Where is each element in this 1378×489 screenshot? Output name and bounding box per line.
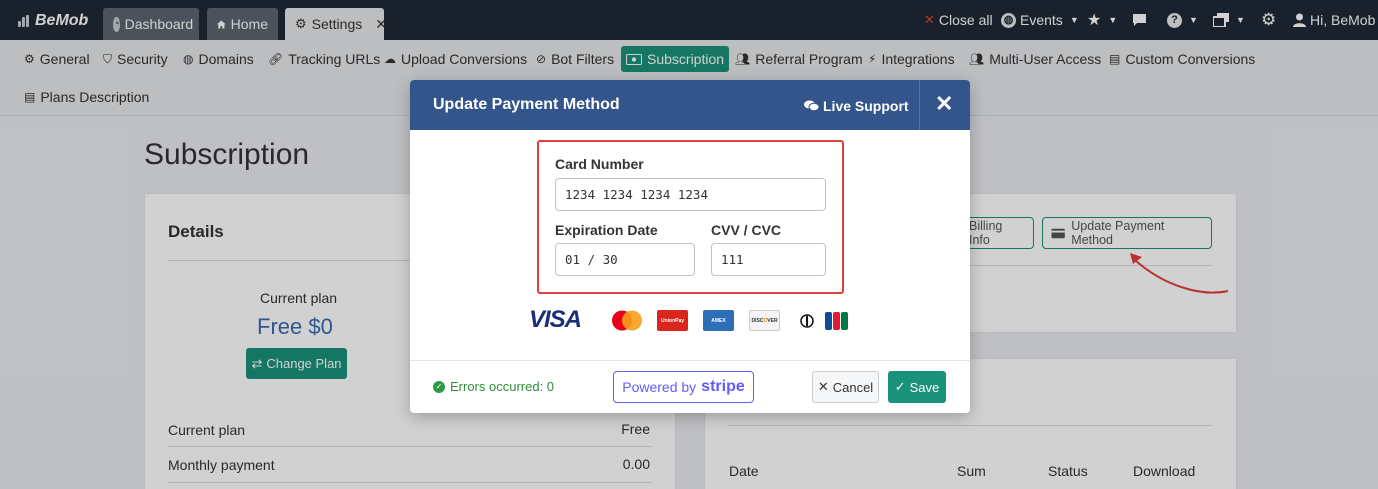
expiration-date-label: Expiration Date — [555, 222, 658, 238]
chat-icon — [804, 100, 819, 112]
unionpay-logo: UnionPay — [657, 310, 688, 331]
modal-header: Update Payment Method Live Support ✕ — [410, 80, 970, 130]
errors-text: Errors occurred: 0 — [450, 379, 555, 394]
update-payment-modal: Update Payment Method Live Support ✕ Car… — [410, 80, 970, 413]
footer-divider — [410, 360, 970, 361]
visa-logo: VISA — [529, 306, 582, 333]
live-support-label: Live Support — [823, 98, 909, 114]
card-brands: VISA UnionPay AMEX DISCOVER — [529, 306, 849, 333]
close-icon: ✕ — [817, 379, 829, 394]
modal-title: Update Payment Method — [433, 96, 620, 113]
card-number-label: Card Number — [555, 156, 644, 172]
cancel-label: Cancel — [832, 379, 874, 395]
cancel-button[interactable]: ✕ Cancel — [812, 371, 879, 403]
mastercard-logo — [609, 310, 645, 331]
check-icon: ✓ — [894, 379, 906, 394]
cvv-input[interactable]: 111 — [711, 243, 826, 276]
cvv-label: CVV / CVC — [711, 222, 782, 238]
header-divider — [919, 80, 920, 130]
close-icon[interactable]: ✕ — [935, 93, 953, 115]
discover-logo: DISCOVER — [749, 310, 780, 331]
save-label: Save — [909, 379, 940, 395]
powered-by-stripe-badge[interactable]: Powered by stripe — [613, 371, 754, 403]
diners-club-logo — [795, 310, 819, 331]
expiration-date-input[interactable]: 01 / 30 — [555, 243, 695, 276]
stripe-logo: stripe — [701, 378, 745, 395]
live-support-button[interactable]: Live Support — [804, 98, 909, 114]
errors-status: ✓ Errors occurred: 0 — [433, 379, 554, 394]
jcb-logo — [825, 310, 849, 331]
card-details-highlight: Card Number 1234 1234 1234 1234 Expirati… — [537, 140, 844, 294]
save-button[interactable]: ✓ Save — [888, 371, 946, 403]
amex-logo: AMEX — [703, 310, 734, 331]
powered-by-label: Powered by — [622, 379, 697, 395]
card-number-input[interactable]: 1234 1234 1234 1234 — [555, 178, 826, 211]
check-circle-icon: ✓ — [433, 380, 445, 393]
